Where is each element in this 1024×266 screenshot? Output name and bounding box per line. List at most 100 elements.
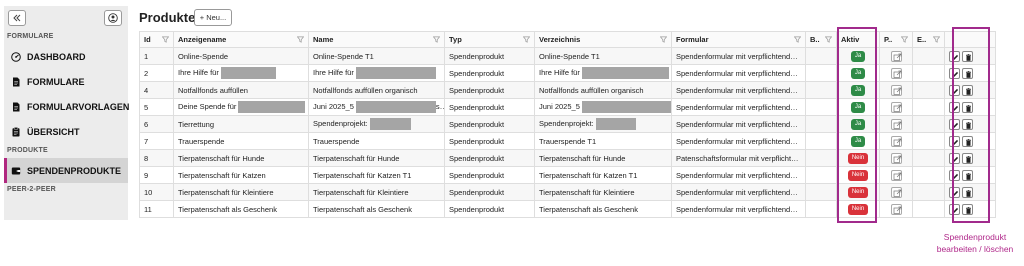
cell-text: Tierpatenschaft für Kleintiere [313,187,409,197]
delete-button[interactable] [962,152,973,164]
edit-button[interactable] [949,67,960,79]
collapse-sidebar-button[interactable] [8,10,26,26]
delete-button[interactable] [962,118,973,130]
filter-icon[interactable] [297,36,304,43]
clipboard-icon [11,126,21,137]
sidebar-item-label: ÜBERSICHT [27,126,80,137]
open-external-button[interactable] [890,118,902,130]
cell-anzeigename: Tierrettung [173,115,309,133]
annotation-line-2: bearbeiten / löschen [936,244,1014,254]
column-header-e[interactable]: E.. [912,31,945,48]
cell-anzeigename: Tierpatenschaft für Hunde [173,149,309,167]
filter-icon[interactable] [794,36,801,43]
sidebar-item-formularvorlagen[interactable]: FORMULARVORLAGEN [4,94,129,119]
edit-button[interactable] [949,169,960,181]
column-header-p[interactable]: P.. [879,31,913,48]
sidebar-item-formulare[interactable]: FORMULARE [4,69,128,94]
column-header-aktiv[interactable]: Aktiv [836,31,880,48]
filter-icon[interactable] [901,36,908,43]
cell-text: Notfallfonds auffüllen organisch [539,85,644,95]
cell-text: Tierpatenschaft für Kleintiere [178,187,274,197]
status-badge: Ja [850,68,866,79]
delete-button[interactable] [962,67,973,79]
filter-icon[interactable] [933,36,940,43]
delete-button[interactable] [962,101,973,113]
edit-button[interactable] [949,152,960,164]
column-header-typ[interactable]: Typ [444,31,535,48]
user-account-button[interactable] [104,10,122,26]
cell-e [912,149,945,167]
filter-icon[interactable] [433,36,440,43]
table-row[interactable]: 7 Trauerspende Trauerspende Spendenprodukt T… [139,132,996,150]
cell-text: Tierpatenschaft als Geschenk [313,204,412,214]
delete-button[interactable] [962,169,973,181]
filter-icon[interactable] [162,36,169,43]
open-external-button[interactable] [890,50,902,62]
delete-button[interactable] [962,135,973,147]
cell-formular: Spendenformular mit verpflichtend… [671,200,806,218]
column-header-label: P.. [884,35,893,44]
open-external-button[interactable] [890,169,902,181]
filter-icon[interactable] [825,36,832,43]
column-header-formular[interactable]: Formular [671,31,806,48]
filter-icon[interactable] [660,36,667,43]
open-external-button[interactable] [890,67,902,79]
table-row[interactable]: 2 Ihre Hilfe für Ihre Hilfe für Spendenprod… [139,64,996,82]
edit-button[interactable] [949,203,960,215]
edit-button[interactable] [949,135,960,147]
cell-e [912,115,945,133]
table-row[interactable]: 1 Online-Spende Online-Spende T1 Spendenpro… [139,47,996,65]
cell-name: Tierpatenschaft für Katzen T1 [308,166,445,184]
column-header-verzeichnis[interactable]: Verzeichnis [534,31,672,48]
cell-anzeigename: Tierpatenschaft für Kleintiere [173,183,309,201]
table-row[interactable]: 10 Tierpatenschaft für Kleintiere Tierpate… [139,183,996,201]
cell-aktiv: Ja [836,132,880,150]
table-row[interactable]: 5 Deine Spende für Juni 2025_5 s…Spendenpro… [139,98,996,116]
column-header-label: Typ [449,35,462,44]
edit-button[interactable] [949,101,960,113]
cell-aktiv: Nein [836,183,880,201]
sidebar-item-dashboard[interactable]: DASHBOARD [4,44,128,69]
sidebar-item-label: FORMULARE [27,76,85,87]
edit-button[interactable] [949,186,960,198]
sidebar-item-spendenprodukte[interactable]: SPENDENPRODUKTE [4,158,128,183]
table-row[interactable]: 4 Notfallfonds auffüllen Notfallfonds auff… [139,81,996,99]
cell-anzeigename: Trauerspende [173,132,309,150]
open-external-button[interactable] [890,186,902,198]
edit-button[interactable] [949,50,960,62]
delete-button[interactable] [962,84,973,96]
column-header-actions [944,31,996,48]
redacted-text [220,67,276,79]
table-row[interactable]: 11 Tierpatenschaft als Geschenk Tierpatens… [139,200,996,218]
cell-aktiv: Ja [836,81,880,99]
open-external-button[interactable] [890,101,902,113]
table-row[interactable]: 9 Tierpatenschaft für Katzen Tierpatenscha… [139,166,996,184]
table-row[interactable]: 8 Tierpatenschaft für Hunde Tierpatenschaf… [139,149,996,167]
delete-button[interactable] [962,186,973,198]
sidebar-item--bersicht[interactable]: ÜBERSICHT [4,119,128,144]
column-header-name[interactable]: Name [308,31,445,48]
wallet-icon [11,166,21,176]
open-external-button[interactable] [890,84,902,96]
table-row[interactable]: 6 Tierrettung Spendenprojekt: Spendenproduk… [139,115,996,133]
cell-id: 8 [139,149,174,167]
cell-b [805,183,837,201]
sidebar-section-label: PEER-2-PEER [7,186,56,193]
cell-p [879,115,913,133]
column-header-b[interactable]: B.. [805,31,837,48]
edit-button[interactable] [949,118,960,130]
edit-button[interactable] [949,84,960,96]
column-header-label: Anzeigename [178,35,227,44]
cell-anzeigename: Tierpatenschaft als Geschenk [173,200,309,218]
sidebar: FORMULARE DASHBOARD FORMULARE FORMULARVORLA… [4,6,129,220]
filter-icon[interactable] [523,36,530,43]
column-header-id[interactable]: Id [139,31,174,48]
open-external-button[interactable] [890,152,902,164]
open-external-button[interactable] [890,203,902,215]
delete-button[interactable] [962,50,973,62]
column-header-anzeigename[interactable]: Anzeigename [173,31,309,48]
delete-button[interactable] [962,203,973,215]
cell-e [912,98,945,116]
new-product-button[interactable]: + Neu... [194,9,232,26]
open-external-button[interactable] [890,135,902,147]
